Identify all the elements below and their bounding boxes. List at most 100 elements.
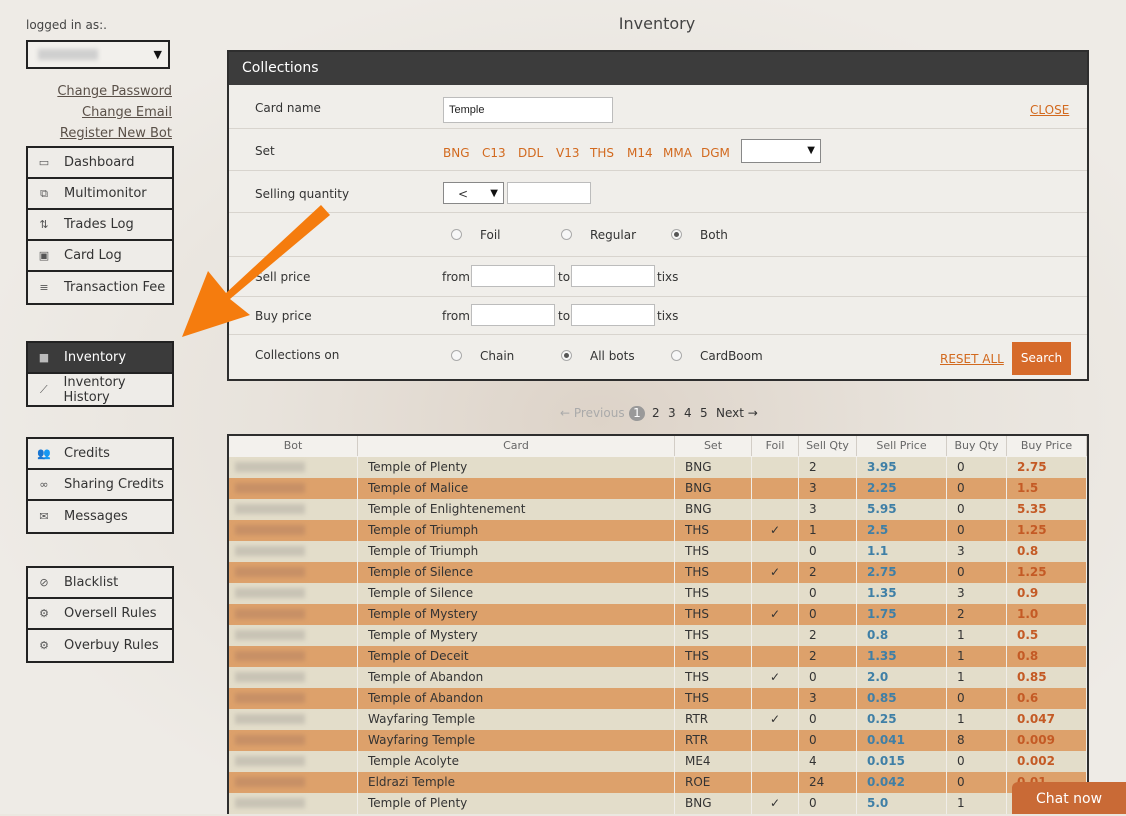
sell-qty-cell: 2 <box>799 625 857 646</box>
register-new-bot-link[interactable]: Register New Bot <box>26 123 172 144</box>
nav-group-credits: 👥 Credits ∞ Sharing Credits ✉ Messages <box>26 437 174 534</box>
foil-cell <box>752 646 799 667</box>
buy-qty-cell: 1 <box>947 625 1007 646</box>
sell-qty-cell: 0 <box>799 709 857 730</box>
filter-row-buy-price: Buy price from to tixs <box>229 296 1087 335</box>
card-cell: Temple of Abandon <box>358 688 675 709</box>
cardboom-radio-label: CardBoom <box>700 349 763 363</box>
set-link-c13[interactable]: C13 <box>482 146 506 160</box>
column-header-sell-price[interactable]: Sell Price <box>857 436 947 456</box>
bot-select[interactable]: ▼ <box>26 40 170 69</box>
chat-now-button[interactable]: Chat now <box>1012 782 1126 814</box>
change-password-link[interactable]: Change Password <box>26 81 172 102</box>
regular-radio[interactable] <box>561 229 572 240</box>
card-icon: ▣ <box>38 249 50 262</box>
buy-qty-cell: 0 <box>947 688 1007 709</box>
buy-price-cell: 1.5 <box>1007 478 1087 499</box>
sell-price-to-input[interactable] <box>571 265 655 287</box>
nav-sharing-credits[interactable]: ∞ Sharing Credits <box>28 470 172 501</box>
previous-page-link[interactable]: ← Previous <box>560 406 625 420</box>
buy-price-to-label: to <box>558 309 571 323</box>
bot-cell-blurred <box>229 457 358 478</box>
buy-price-from-input[interactable] <box>471 304 555 326</box>
nav-inventory-history[interactable]: ⟋ Inventory History <box>28 374 172 405</box>
nav-blacklist[interactable]: ⊘ Blacklist <box>28 568 172 599</box>
buy-price-cell: 0.8 <box>1007 541 1087 562</box>
column-header-bot[interactable]: Bot <box>229 436 358 456</box>
chevron-down-icon: ▼ <box>807 145 815 156</box>
table-row: Temple of Silence THS ✓ 2 2.75 0 1.25 <box>229 562 1087 583</box>
sell-price-unit-label: tixs <box>657 270 679 284</box>
selling-quantity-input[interactable] <box>507 182 591 204</box>
nav-card-log[interactable]: ▣ Card Log <box>28 241 172 272</box>
nav-credits[interactable]: 👥 Credits <box>28 439 172 470</box>
card-cell: Temple of Silence <box>358 583 675 604</box>
foil-cell <box>752 625 799 646</box>
change-email-link[interactable]: Change Email <box>26 102 172 123</box>
sell-price-cell: 1.35 <box>857 646 947 667</box>
nav-overbuy-rules[interactable]: ⚙ Overbuy Rules <box>28 630 172 661</box>
column-header-card[interactable]: Card <box>358 436 675 456</box>
monitor-icon: ▭ <box>38 156 50 169</box>
nav-messages[interactable]: ✉ Messages <box>28 501 172 532</box>
sell-price-from-input[interactable] <box>471 265 555 287</box>
column-header-sell-qty[interactable]: Sell Qty <box>799 436 857 456</box>
foil-radio[interactable] <box>451 229 462 240</box>
next-page-link[interactable]: Next → <box>716 406 758 420</box>
set-link-ths[interactable]: THS <box>590 146 614 160</box>
close-link[interactable]: CLOSE <box>1030 103 1069 117</box>
foil-cell: ✓ <box>752 667 799 688</box>
collections-panel: Collections Card name CLOSE Set BNG C13 … <box>227 50 1089 381</box>
nav-multimonitor[interactable]: ⧉ Multimonitor <box>28 179 172 210</box>
nav-inventory[interactable]: ■ Inventory <box>28 343 172 374</box>
set-link-m14[interactable]: M14 <box>627 146 653 160</box>
bot-name-blurred <box>235 525 305 535</box>
nav-dashboard[interactable]: ▭ Dashboard <box>28 148 172 179</box>
buy-price-to-input[interactable] <box>571 304 655 326</box>
sell-price-cell: 1.75 <box>857 604 947 625</box>
both-radio[interactable] <box>671 229 682 240</box>
set-link-bng[interactable]: BNG <box>443 146 470 160</box>
set-link-v13[interactable]: V13 <box>556 146 579 160</box>
page-3[interactable]: 3 <box>668 406 676 420</box>
cardboom-radio[interactable] <box>671 350 682 361</box>
search-button[interactable]: Search <box>1012 342 1071 375</box>
nav-oversell-rules[interactable]: ⚙ Oversell Rules <box>28 599 172 630</box>
nav-trades-log[interactable]: ⇅ Trades Log <box>28 210 172 241</box>
set-link-mma[interactable]: MMA <box>663 146 692 160</box>
set-link-dgm[interactable]: DGM <box>701 146 730 160</box>
bot-name-blurred <box>235 714 305 724</box>
column-header-buy-price[interactable]: Buy Price <box>1007 436 1087 456</box>
set-cell: BNG <box>675 478 752 499</box>
page-2[interactable]: 2 <box>652 406 660 420</box>
foil-cell: ✓ <box>752 604 799 625</box>
column-header-set[interactable]: Set <box>675 436 752 456</box>
column-header-foil[interactable]: Foil <box>752 436 799 456</box>
quantity-operator-select[interactable]: < ▼ <box>443 182 504 204</box>
set-select[interactable]: ▼ <box>741 139 821 163</box>
bot-name-blurred <box>235 546 305 556</box>
logged-in-label: logged in as:. <box>26 18 107 32</box>
set-link-ddl[interactable]: DDL <box>518 146 543 160</box>
page-1[interactable]: 1 <box>629 406 645 421</box>
set-cell: BNG <box>675 499 752 520</box>
chain-radio[interactable] <box>451 350 462 361</box>
card-name-input[interactable] <box>443 97 613 123</box>
all-bots-radio[interactable] <box>561 350 572 361</box>
reset-all-link[interactable]: RESET ALL <box>940 352 1004 366</box>
nav-transaction-fee[interactable]: ≡ Transaction Fee <box>28 272 172 303</box>
bot-cell-blurred <box>229 625 358 646</box>
bot-cell-blurred <box>229 520 358 541</box>
card-cell: Eldrazi Temple <box>358 772 675 793</box>
box-icon: ■ <box>38 351 50 364</box>
card-cell: Temple of Triumph <box>358 520 675 541</box>
page-4[interactable]: 4 <box>684 406 692 420</box>
nav-group-rules: ⊘ Blacklist ⚙ Oversell Rules ⚙ Overbuy Rule… <box>26 566 174 663</box>
column-header-buy-qty[interactable]: Buy Qty <box>947 436 1007 456</box>
buy-price-cell: 0.6 <box>1007 688 1087 709</box>
bot-cell-blurred <box>229 478 358 499</box>
table-row: Temple of Deceit THS 2 1.35 1 0.8 <box>229 646 1087 667</box>
nav-group-inventory: ■ Inventory ⟋ Inventory History <box>26 341 174 407</box>
page-5[interactable]: 5 <box>700 406 708 420</box>
bot-name-blurred <box>235 462 305 472</box>
